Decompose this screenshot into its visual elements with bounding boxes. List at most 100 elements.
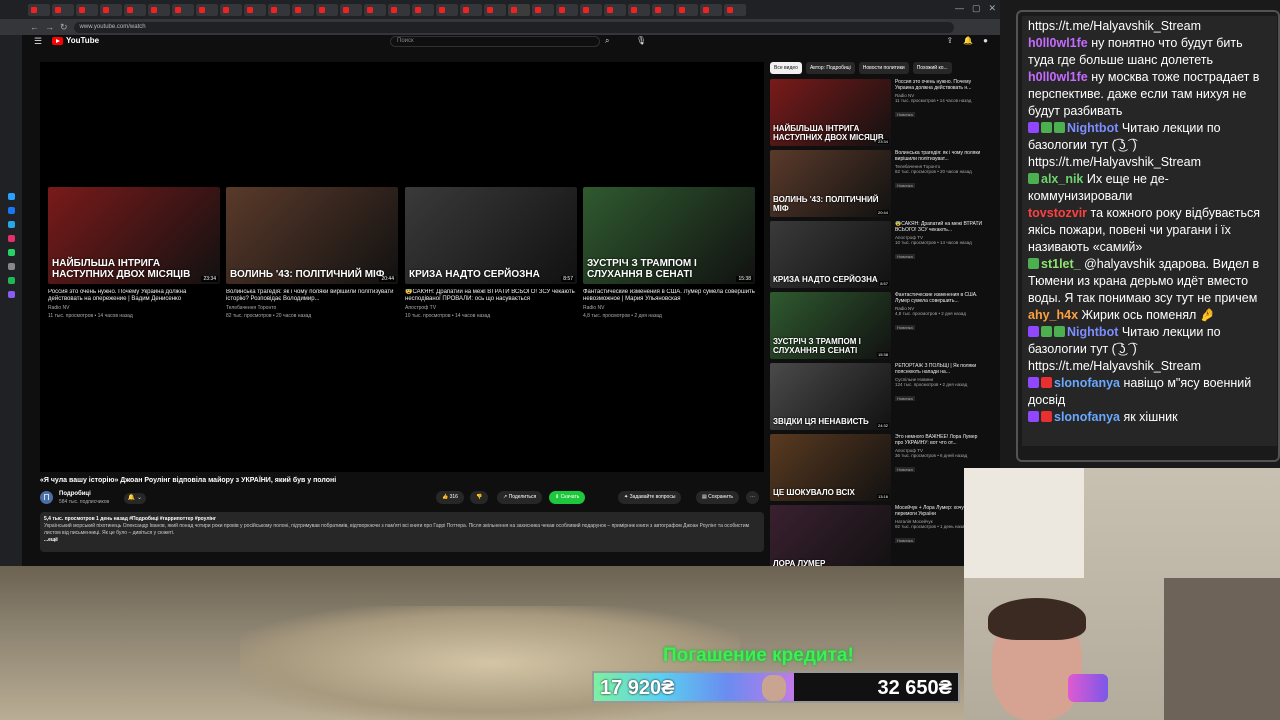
chat-username[interactable]: slonofanya (1054, 376, 1120, 390)
browser-tab[interactable] (172, 3, 194, 16)
recommended-video[interactable]: КРИЗА НАДТО СЕРЙОЗНА 8:57 😨САКЯН: Драпат… (770, 221, 995, 292)
browser-tab[interactable] (556, 3, 578, 16)
ask-button[interactable]: ✦ Задавайте вопросы (618, 491, 682, 504)
browser-tab[interactable] (388, 3, 410, 16)
endcard-channel[interactable]: Апостроф TV (405, 305, 577, 311)
browser-tab[interactable] (604, 3, 626, 16)
browser-tab[interactable] (412, 3, 434, 16)
whatsapp-icon[interactable] (7, 249, 15, 256)
url-field[interactable]: www.youtube.com/watch (73, 21, 954, 33)
recommended-thumbnail[interactable]: КРИЗА НАДТО СЕРЙОЗНА 8:57 (770, 221, 891, 288)
browser-tab[interactable] (220, 3, 242, 16)
browser-tab[interactable] (100, 3, 122, 16)
search-input[interactable]: Поиск (390, 36, 600, 47)
endcard-video[interactable]: ЗУСТРІЧ З ТРАМПОМ І СЛУХАННЯ В СЕНАТІ 15… (583, 187, 755, 319)
recommended-video[interactable]: ЦЕ ШОКУВАЛО ВСІХ 13:16 Это немного ВАЖНЕ… (770, 434, 995, 505)
filter-chip[interactable]: Автор: Подробиці (805, 62, 855, 74)
search-icon[interactable]: ⌕ (605, 36, 609, 46)
browser-tab[interactable] (244, 3, 266, 16)
recommended-title[interactable]: Это немного ВАЖНЕЕ! Лора Лумер про УКРАИ… (895, 434, 987, 446)
browser-tab[interactable] (76, 3, 98, 16)
recommended-thumbnail[interactable]: ЗВІДКИ ЦЯ НЕНАВИСТЬ 24:32 (770, 363, 891, 430)
browser-tab[interactable] (580, 3, 602, 16)
browser-tab[interactable] (268, 3, 290, 16)
x-icon[interactable] (7, 263, 15, 270)
endcard-title[interactable]: 😨САКЯН: Драпатий на межі ВТРАТИ ВСЬОГО! … (405, 289, 577, 303)
bell-icon[interactable]: 🔔 (963, 36, 973, 45)
chat-username[interactable]: Nightbot (1067, 325, 1118, 339)
notification-bell-button[interactable]: 🔔 ⌄ (124, 493, 146, 504)
recommended-title[interactable]: Россия это очень нужно. Почему Украина д… (895, 79, 987, 91)
spotify-icon[interactable] (7, 277, 15, 284)
recommended-thumbnail[interactable]: ВОЛИНЬ '43: ПОЛІТИЧНИЙ МІФ 20:44 (770, 150, 891, 217)
browser-tab[interactable] (148, 3, 170, 16)
menu-icon[interactable]: ☰ (34, 36, 42, 47)
upload-icon[interactable]: ⇪ (946, 36, 953, 45)
maximize-icon[interactable]: ▢ (972, 3, 981, 14)
endcard-channel[interactable]: Телебачення Торонто (226, 305, 398, 311)
share-button[interactable]: ↗ Поделиться (497, 491, 543, 504)
endcard-title[interactable]: Волинська трагедія: як і чому поляки вир… (226, 289, 398, 303)
dislike-button[interactable]: 👎 (470, 491, 489, 504)
close-icon[interactable]: ✕ (988, 3, 996, 14)
browser-tab[interactable] (340, 3, 362, 16)
minimize-icon[interactable]: — (955, 3, 964, 14)
chat-username[interactable]: alx_nik (1041, 172, 1083, 186)
browser-tab[interactable] (28, 3, 50, 16)
microphone-icon[interactable]: 🎙 (636, 36, 646, 45)
endcard-video[interactable]: НАЙБІЛЬША ІНТРИГА НАСТУПНИХ ДВОХ МІСЯЦІВ… (48, 187, 220, 319)
recommended-title[interactable]: РЕПОРТАЖ З ПОЛЬЩІ | Як поляки пояснюють … (895, 363, 987, 375)
endcard-thumbnail[interactable]: НАЙБІЛЬША ІНТРИГА НАСТУПНИХ ДВОХ МІСЯЦІВ… (48, 187, 220, 284)
endcard-channel[interactable]: Radio NV (48, 305, 220, 311)
browser-tab[interactable] (676, 3, 698, 16)
reload-icon[interactable]: ↻ (60, 22, 68, 33)
app-icon[interactable] (7, 193, 15, 200)
recommended-thumbnail[interactable]: ЗУСТРІЧ З ТРАМПОМ І СЛУХАННЯ В СЕНАТІ 15… (770, 292, 891, 359)
chat-username[interactable]: h0ll0wl1fe (1028, 70, 1088, 84)
channel-name[interactable]: Подробиці (59, 491, 91, 497)
browser-tab[interactable] (724, 3, 746, 16)
browser-tab[interactable] (316, 3, 338, 16)
browser-tab[interactable] (532, 3, 554, 16)
youtube-logo[interactable]: YouTube (52, 36, 99, 45)
chat-username[interactable]: st1let_ (1041, 257, 1081, 271)
recommended-thumbnail[interactable]: ЦЕ ШОКУВАЛО ВСІХ 13:16 (770, 434, 891, 501)
recommended-video[interactable]: ЗВІДКИ ЦЯ НЕНАВИСТЬ 24:32 РЕПОРТАЖ З ПОЛ… (770, 363, 995, 434)
more-actions-button[interactable]: ⋯ (746, 491, 759, 504)
recommended-video[interactable]: ЛОРА ЛУМЕР Мосейчук + Лора Лумер: хочуть… (770, 505, 995, 566)
recommended-video[interactable]: ЗУСТРІЧ З ТРАМПОМ І СЛУХАННЯ В СЕНАТІ 15… (770, 292, 995, 363)
browser-tab[interactable] (364, 3, 386, 16)
telegram-icon[interactable] (7, 221, 15, 228)
endcard-thumbnail[interactable]: КРИЗА НАДТО СЕРЙОЗНА 8:57 (405, 187, 577, 284)
browser-tab[interactable] (484, 3, 506, 16)
recommended-thumbnail[interactable]: ЛОРА ЛУМЕР (770, 505, 891, 566)
avatar[interactable]: ● (983, 36, 988, 45)
video-description[interactable]: 5,4 тыс. просмотров 1 день назад #Подроб… (40, 512, 764, 552)
app-icon[interactable] (7, 291, 15, 298)
recommended-thumbnail[interactable]: НАЙБІЛЬША ІНТРИГА НАСТУПНИХ ДВОХ МІСЯЦІВ… (770, 79, 891, 146)
recommended-title[interactable]: Фантастические изменения в США. Лумер су… (895, 292, 987, 304)
app-icon[interactable] (7, 207, 15, 214)
recommended-video[interactable]: ВОЛИНЬ '43: ПОЛІТИЧНИЙ МІФ 20:44 Волинсь… (770, 150, 995, 221)
browser-tab[interactable] (436, 3, 458, 16)
endcard-title[interactable]: Фантастические изменения в США. Лумер су… (583, 289, 755, 303)
filter-chip[interactable]: Похожий ко... (912, 62, 952, 74)
filter-chip[interactable]: Новости политики (858, 62, 909, 74)
endcard-channel[interactable]: Radio NV (583, 305, 755, 311)
filter-chip[interactable]: Все видео (770, 62, 802, 74)
download-button[interactable]: ⬇ Скачать (549, 491, 586, 504)
back-icon[interactable]: ← (30, 22, 39, 32)
browser-tab[interactable] (124, 3, 146, 16)
endcard-thumbnail[interactable]: ВОЛИНЬ '43: ПОЛІТИЧНИЙ МІФ 20:44 (226, 187, 398, 284)
browser-tab[interactable] (628, 3, 650, 16)
browser-tab[interactable] (508, 3, 530, 16)
forward-icon[interactable]: → (45, 22, 54, 32)
browser-tab[interactable] (460, 3, 482, 16)
endcard-video[interactable]: КРИЗА НАДТО СЕРЙОЗНА 8:57 😨САКЯН: Драпат… (405, 187, 577, 319)
browser-tab[interactable] (292, 3, 314, 16)
browser-tab[interactable] (652, 3, 674, 16)
browser-tab[interactable] (700, 3, 722, 16)
recommended-title[interactable]: 😨САКЯН: Драпатий на межі ВТРАТИ ВСЬОГО! … (895, 221, 987, 233)
endcard-title[interactable]: Россия это очень нужно. Почему Украина д… (48, 289, 220, 303)
browser-tab[interactable] (52, 3, 74, 16)
